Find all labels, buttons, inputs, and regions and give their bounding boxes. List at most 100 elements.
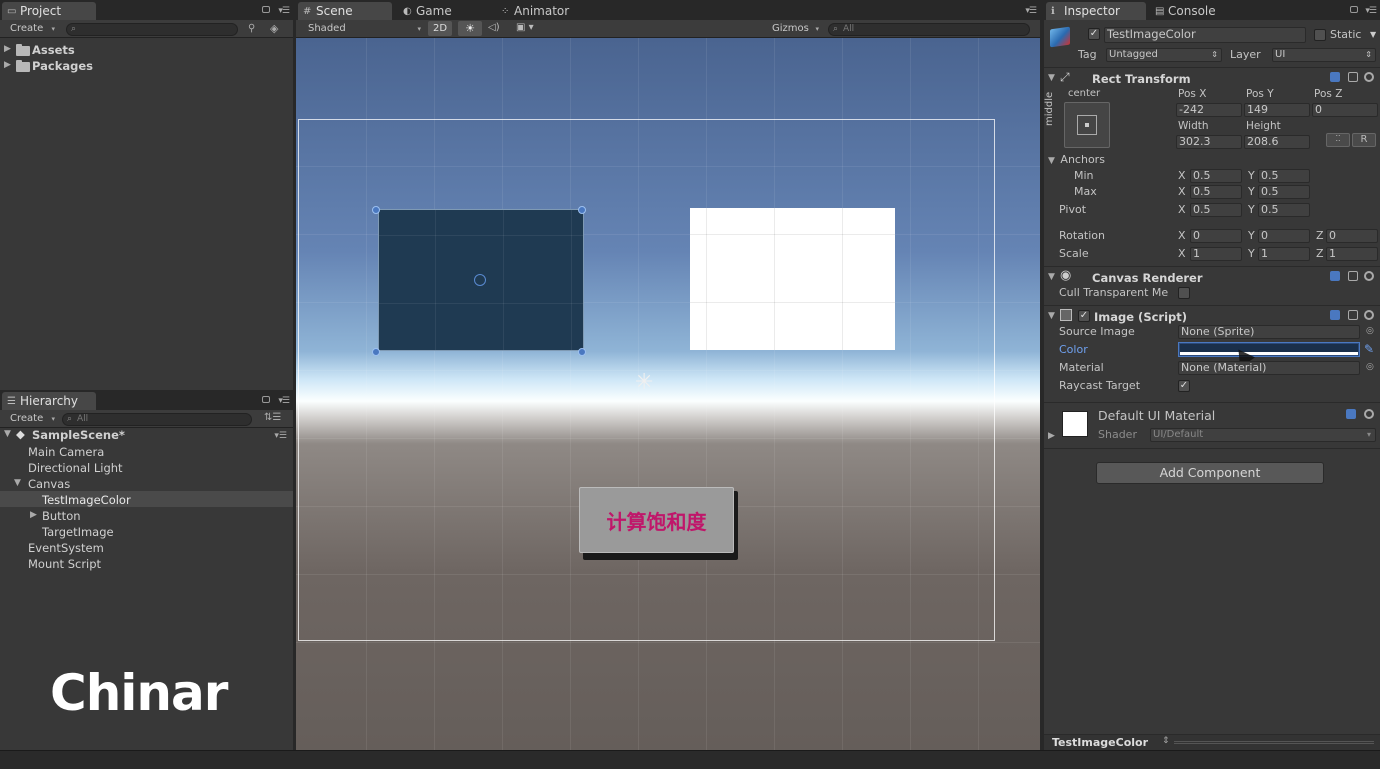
effects-dropdown-icon[interactable]: ▣ ▾ [516, 22, 534, 33]
project-search-input[interactable]: ⌕ [66, 23, 238, 36]
tab-project[interactable]: ▭ Project [2, 2, 96, 20]
preset-icon[interactable] [1348, 72, 1358, 82]
help-icon[interactable] [1330, 310, 1340, 320]
gear-icon[interactable] [1364, 409, 1374, 419]
project-create-dropdown[interactable]: Create ▾ [4, 22, 58, 36]
source-image-field[interactable]: None (Sprite) [1178, 325, 1360, 339]
calculate-saturation-button[interactable]: 计算饱和度 [579, 487, 734, 553]
rotation-y-field[interactable]: 0 [1258, 229, 1310, 243]
raycast-target-checkbox[interactable]: ✓ [1178, 380, 1190, 392]
target-image-rect[interactable] [690, 208, 895, 350]
pos-x-field[interactable]: -242 [1176, 103, 1242, 117]
layer-dropdown[interactable]: UI ⇕ [1272, 48, 1376, 62]
tab-animator[interactable]: ⁘ Animator [496, 2, 596, 20]
active-checkbox[interactable]: ✓ [1088, 28, 1100, 40]
expand-arrow-icon[interactable]: ▶ [1048, 431, 1055, 441]
rotation-x-field[interactable]: 0 [1190, 229, 1242, 243]
tab-scene[interactable]: # Scene [298, 2, 392, 20]
audio-toggle-icon[interactable]: ◁) [488, 22, 500, 33]
help-icon[interactable] [1330, 72, 1340, 82]
panel-menu-icon[interactable]: ▾☰ [278, 396, 290, 406]
scale-z-field[interactable]: 1 [1326, 247, 1378, 261]
hierarchy-item-button[interactable]: ▶ Button [30, 509, 81, 523]
directional-light-icon[interactable]: ✳ [635, 370, 653, 395]
lock-icon[interactable] [262, 396, 270, 403]
pos-y-field[interactable]: 149 [1244, 103, 1310, 117]
chevron-down-icon[interactable]: ▼ [1370, 30, 1376, 39]
corner-handle-bottom-right[interactable] [578, 348, 586, 356]
panel-menu-icon[interactable]: ▾☰ [1365, 6, 1377, 16]
anchor-min-x-field[interactable]: 0.5 [1190, 169, 1242, 183]
shading-mode-dropdown[interactable]: Shaded ▾ [302, 22, 424, 36]
blueprint-mode-button[interactable]: ⁚⁚ [1326, 133, 1350, 147]
shader-dropdown[interactable]: UI/Default ▾ [1150, 428, 1376, 442]
tab-game[interactable]: ◐ Game [398, 2, 488, 20]
object-picker-icon[interactable]: ◎ [1366, 326, 1374, 336]
hierarchy-item-targetimage[interactable]: TargetImage [42, 525, 114, 539]
tree-item-assets[interactable]: ▶ Assets [4, 43, 75, 57]
anchors-foldout[interactable]: ▼ Anchors [1048, 153, 1105, 166]
tab-console[interactable]: ▤ Console [1150, 2, 1240, 20]
rotation-z-field[interactable]: 0 [1326, 229, 1378, 243]
lock-icon[interactable] [1350, 6, 1358, 13]
corner-handle-top-right[interactable] [578, 206, 586, 214]
lock-icon[interactable] [262, 6, 270, 13]
hierarchy-item-mount-script[interactable]: Mount Script [28, 557, 101, 571]
pivot-x-field[interactable]: 0.5 [1190, 203, 1242, 217]
help-icon[interactable] [1346, 409, 1356, 419]
tag-dropdown[interactable]: Untagged ⇕ [1106, 48, 1222, 62]
pivot-handle[interactable] [474, 274, 486, 286]
color-swatch-field[interactable] [1178, 342, 1360, 357]
sort-icon[interactable]: ⇅☰ [264, 412, 281, 423]
scale-x-field[interactable]: 1 [1190, 247, 1242, 261]
material-field[interactable]: None (Material) [1178, 361, 1360, 375]
scene-viewport[interactable]: ✳ 计算饱和度 [296, 38, 1040, 750]
hierarchy-item-eventsystem[interactable]: EventSystem [28, 541, 104, 555]
preset-icon[interactable] [1348, 271, 1358, 281]
anchor-max-x-field[interactable]: 0.5 [1190, 185, 1242, 199]
gear-icon[interactable] [1364, 72, 1374, 82]
lighting-toggle[interactable]: ☀ [458, 21, 482, 36]
pivot-y-field[interactable]: 0.5 [1258, 203, 1310, 217]
scene-menu-icon[interactable]: ▾☰ [274, 431, 287, 441]
width-field[interactable]: 302.3 [1176, 135, 1242, 149]
raw-edit-button[interactable]: R [1352, 133, 1376, 147]
preview-resize-bar[interactable] [1174, 741, 1374, 744]
hierarchy-search-input[interactable]: ⌕ All [62, 413, 252, 426]
hierarchy-item-testimagecolor[interactable]: TestImageColor [42, 493, 131, 507]
pos-z-field[interactable]: 0 [1312, 103, 1378, 117]
panel-menu-icon[interactable]: ▾☰ [1025, 6, 1037, 16]
tree-item-packages[interactable]: ▶ Packages [4, 59, 93, 73]
object-name-field[interactable]: TestImageColor [1104, 27, 1306, 43]
tab-hierarchy[interactable]: ☰ Hierarchy [2, 392, 96, 410]
anchor-max-y-field[interactable]: 0.5 [1258, 185, 1310, 199]
scale-y-field[interactable]: 1 [1258, 247, 1310, 261]
gear-icon[interactable] [1364, 271, 1374, 281]
add-component-button[interactable]: Add Component [1096, 462, 1324, 484]
eyedropper-icon[interactable]: ✎ [1364, 342, 1374, 356]
hierarchy-item-canvas[interactable]: ▼ Canvas [14, 477, 70, 491]
test-image-color-rect[interactable] [378, 209, 584, 351]
object-picker-icon[interactable]: ◎ [1366, 362, 1374, 372]
panel-menu-icon[interactable]: ▾☰ [278, 6, 290, 16]
static-checkbox[interactable] [1314, 29, 1326, 41]
gizmos-dropdown[interactable]: Gizmos ▾ [766, 22, 822, 36]
corner-handle-bottom-left[interactable] [372, 348, 380, 356]
gear-icon[interactable] [1364, 310, 1374, 320]
anchor-preset-button[interactable] [1064, 102, 1110, 148]
tab-inspector[interactable]: ℹ Inspector [1046, 2, 1146, 20]
cull-transparent-checkbox[interactable] [1178, 287, 1190, 299]
scene-root-item[interactable]: ▼ ◆ SampleScene* [4, 427, 125, 442]
image-component-header[interactable]: ▼ ✓ Image (Script) [1044, 305, 1380, 325]
canvas-renderer-header[interactable]: ▼ ◉ Canvas Renderer [1044, 266, 1380, 286]
rect-transform-header[interactable]: ▼ ⤢ Rect Transform [1044, 67, 1380, 87]
anchor-min-y-field[interactable]: 0.5 [1258, 169, 1310, 183]
corner-handle-top-left[interactable] [372, 206, 380, 214]
mode-2d-toggle[interactable]: 2D [428, 21, 452, 36]
filter-label-icon[interactable]: ◈ [270, 22, 278, 35]
height-field[interactable]: 208.6 [1244, 135, 1310, 149]
filter-type-icon[interactable]: ⚲ [248, 23, 255, 34]
preset-icon[interactable] [1348, 310, 1358, 320]
hierarchy-item-main-camera[interactable]: Main Camera [28, 445, 104, 459]
hierarchy-create-dropdown[interactable]: Create ▾ [4, 412, 58, 426]
